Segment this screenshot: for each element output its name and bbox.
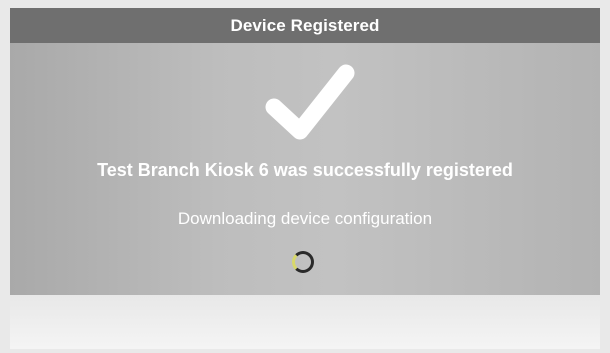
page-title: Device Registered: [230, 15, 380, 35]
checkmark-icon: [265, 64, 355, 140]
success-message: Test Branch Kiosk 6 was successfully reg…: [97, 160, 513, 180]
registration-panel: Test Branch Kiosk 6 was successfully reg…: [10, 43, 600, 295]
loading-spinner-icon: [292, 251, 314, 273]
footer-bar: [10, 295, 600, 349]
title-bar: Device Registered: [10, 8, 600, 43]
status-message: Downloading device configuration: [177, 209, 433, 228]
kiosk-screen: Device Registered Test Branch Kiosk 6 wa…: [10, 8, 600, 349]
